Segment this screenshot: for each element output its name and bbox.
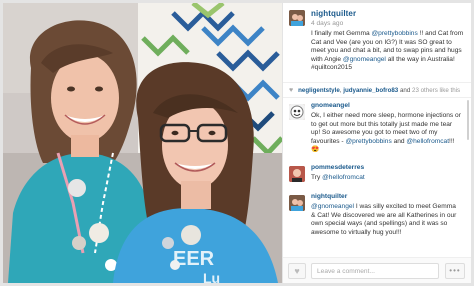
likes-others-link[interactable]: 23 others like this: [412, 87, 460, 94]
author-avatar[interactable]: [289, 10, 305, 26]
avatar-image: [289, 104, 305, 120]
comment-text: Try @hellofromcat: [311, 174, 461, 183]
mention-link[interactable]: @prettybobbins: [345, 138, 391, 145]
heart-eyes-emoji-icon: 😍: [311, 146, 320, 154]
comment-text: @gnomeangel I was silly excited to meet …: [311, 203, 461, 237]
post-header: nightquilter 4 days ago I finally met Ge…: [283, 3, 471, 83]
comment-username[interactable]: pommesdeterres: [311, 164, 364, 171]
svg-text:Lu: Lu: [203, 270, 220, 283]
comments-list[interactable]: gnomeangel Ok, I either need more sleep,…: [283, 98, 471, 257]
comment-text: Ok, I either need more sleep, hormone in…: [311, 112, 461, 155]
commenter-avatar[interactable]: [289, 195, 305, 211]
commenter-avatar[interactable]: [289, 166, 305, 182]
more-options-button[interactable]: •••: [445, 263, 465, 279]
post-caption: I finally met Gemma @prettybobbins !! an…: [311, 30, 467, 73]
caption-text: I finally met Gemma: [311, 30, 372, 37]
instagram-post-view: EER Lu nightquilter 4 days ago I finally…: [0, 0, 474, 286]
comment-body: !!!: [449, 137, 455, 145]
liker-link[interactable]: judyannie_bofro83: [343, 87, 398, 94]
post-timestamp: 4 days ago: [311, 20, 344, 27]
avatar-image: [289, 166, 305, 182]
comment-body: Try: [311, 174, 323, 181]
avatar-image: [289, 195, 305, 211]
avatar-image: [289, 10, 305, 26]
mention-link[interactable]: @hellofromcat: [406, 138, 449, 145]
mention-link[interactable]: @gnomeangel: [343, 56, 386, 63]
comment-username[interactable]: nightquilter: [311, 193, 347, 200]
author-username[interactable]: nightquilter: [311, 9, 356, 18]
comment-body: and: [391, 137, 407, 145]
comment-item: pommesdeterres Try @hellofromcat: [283, 164, 471, 186]
comment-username[interactable]: gnomeangel: [311, 102, 350, 109]
like-button[interactable]: ♥: [288, 263, 306, 279]
comment-item: nightquilter @gnomeangel I was silly exc…: [283, 193, 471, 253]
post-photo[interactable]: EER Lu: [3, 3, 282, 283]
post-details-panel: nightquilter 4 days ago I finally met Ge…: [283, 3, 471, 283]
likes-row: ♥ negligentstyle, judyannie_bofro83 and 2…: [283, 83, 471, 98]
comment-footer: ♥ •••: [283, 257, 471, 283]
mention-link[interactable]: @gnomeangel: [311, 203, 354, 210]
commenter-avatar[interactable]: [289, 104, 305, 120]
comment-item: gnomeangel Ok, I either need more sleep,…: [283, 102, 471, 156]
liker-link[interactable]: negligentstyle: [298, 87, 340, 94]
comment-input[interactable]: [311, 263, 439, 279]
heart-icon: ♥: [294, 266, 300, 276]
photo-two-women-at-quiltcon: EER Lu: [3, 3, 282, 283]
heart-icon: ♥: [289, 87, 294, 94]
mention-link[interactable]: @prettybobbins: [371, 30, 417, 37]
likes-and: and: [398, 87, 412, 94]
mention-link[interactable]: @hellofromcat: [322, 174, 365, 181]
